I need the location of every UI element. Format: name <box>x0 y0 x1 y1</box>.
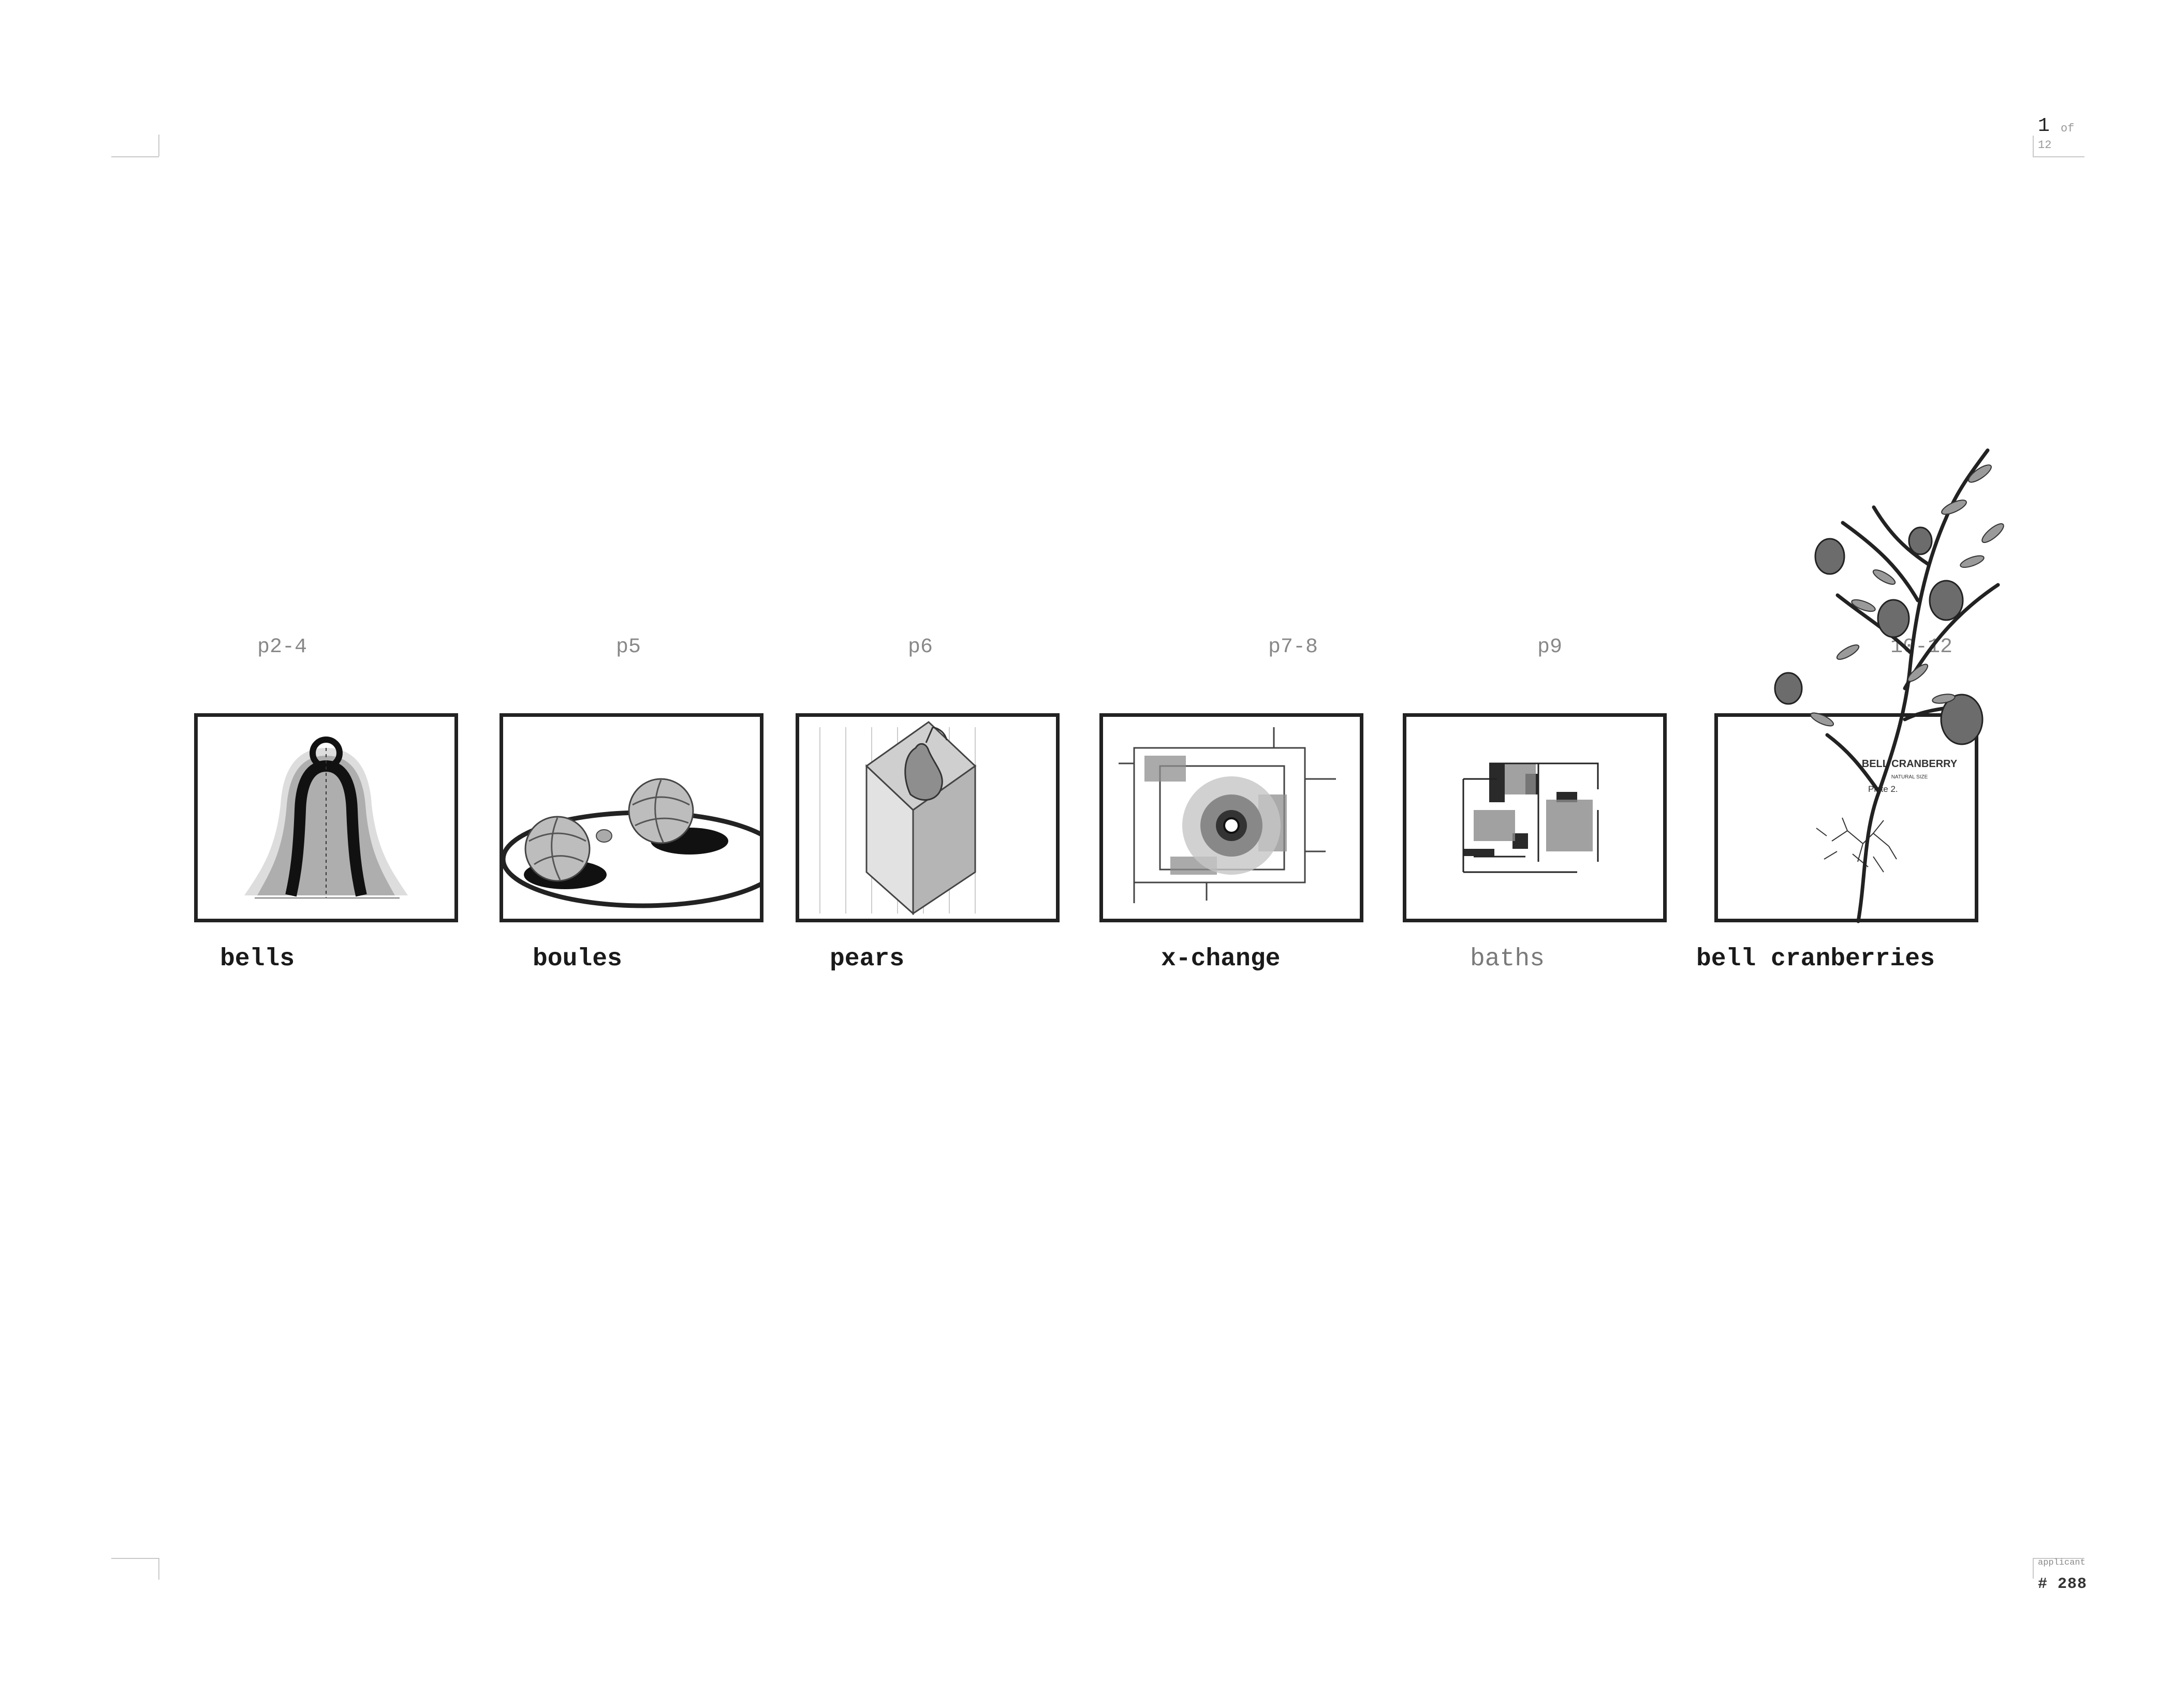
thumbnail-boules[interactable] <box>500 713 763 922</box>
page-current: 1 <box>2038 115 2050 137</box>
page-ref-bells: p2-4 <box>257 636 307 659</box>
page-ref-boules: p5 <box>616 636 641 659</box>
caption-boules: boules <box>533 945 622 973</box>
thumbnail-bells[interactable] <box>194 713 458 922</box>
pear-box-drawing-icon <box>819 721 977 916</box>
applicant-label: applicant <box>2038 1558 2085 1568</box>
boules-drawing-icon <box>503 778 760 908</box>
caption-pears: pears <box>830 945 905 973</box>
caption-baths: baths <box>1470 945 1545 973</box>
page-ref-x-change: p7-8 <box>1268 636 1318 659</box>
page-total: 12 <box>2038 139 2052 152</box>
cranberry-botanical-drawing-icon <box>1774 448 2004 923</box>
page-of-label: of <box>2061 122 2075 135</box>
caption-bell-cranberries: bell cranberries <box>1696 945 1935 973</box>
x-change-plan-drawing-icon <box>1119 727 1336 903</box>
applicant-number: # 288 <box>2038 1576 2088 1593</box>
bell-drawing-icon <box>244 737 408 899</box>
caption-x-change: x-change <box>1161 945 1281 973</box>
baths-plan-drawing-icon <box>1462 762 1599 873</box>
thumbnail-baths[interactable] <box>1403 713 1667 922</box>
page-number: 1 of 12 <box>2033 115 2091 159</box>
page-ref-pears: p6 <box>908 636 933 659</box>
thumbnail-x-change[interactable] <box>1099 713 1363 922</box>
page-ref-baths: p9 <box>1537 636 1563 659</box>
thumbnail-pears[interactable] <box>796 713 1060 922</box>
caption-bells: bells <box>220 945 295 973</box>
applicant-id: applicant # 288 <box>2033 1558 2095 1604</box>
